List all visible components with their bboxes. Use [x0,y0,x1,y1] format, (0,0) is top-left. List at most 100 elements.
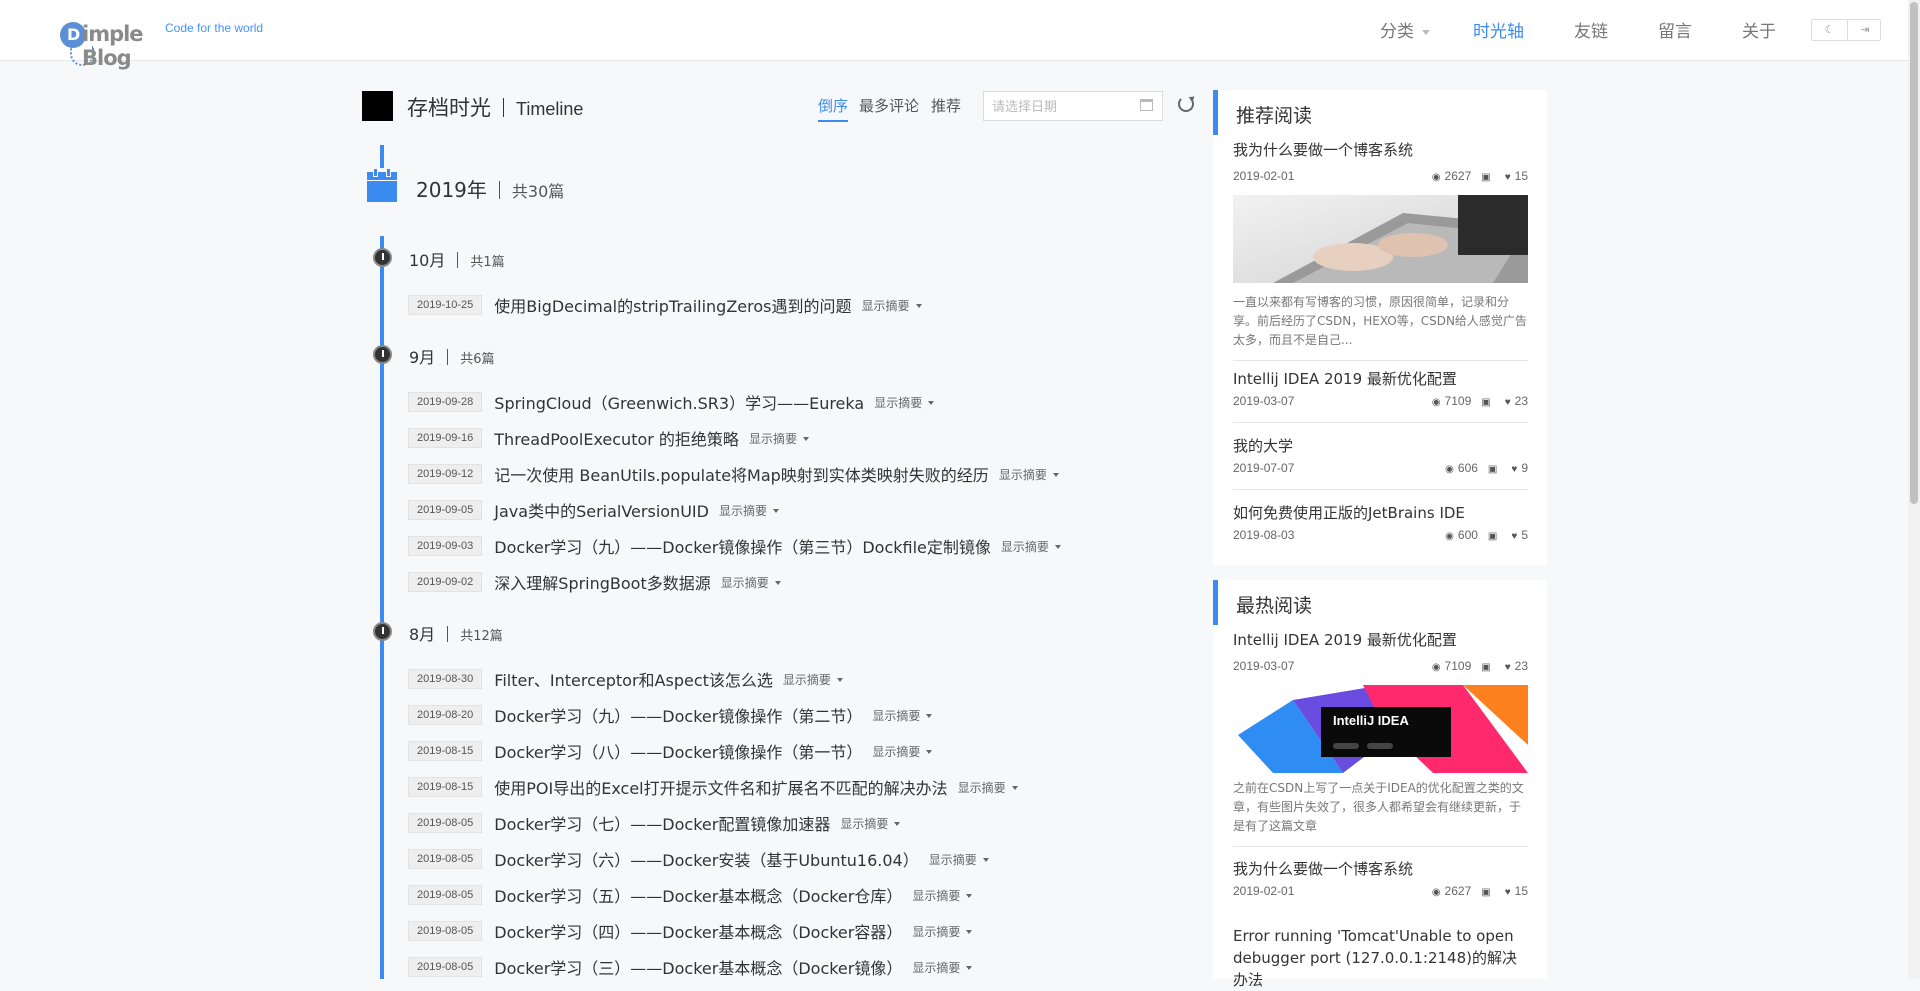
year-heading: 2019年 共30篇 [416,178,565,202]
top-header: D imple Blog Code for the world 分类 时光轴 友… [0,0,1908,70]
show-summary-toggle[interactable]: 显示摘要 [929,851,989,868]
post-title-link[interactable]: Docker学习（五）——Docker基本概念（Docker仓库） [494,883,902,907]
calendar-year-icon [367,168,397,202]
date-picker-input[interactable] [983,91,1163,121]
timeline-post[interactable]: 2019-08-05 Docker学习（六）——Docker安装（基于Ubuntu… [408,847,989,871]
post-title-link[interactable]: SpringCloud（Greenwich.SR3）学习——Eureka [494,390,864,414]
show-summary-toggle[interactable]: 显示摘要 [719,502,779,519]
post-title-link[interactable]: Docker学习（六）——Docker安装（基于Ubuntu16.04） [494,847,918,871]
show-summary-toggle[interactable]: 显示摘要 [958,779,1018,796]
timeline-post[interactable]: 2019-08-15 使用POI导出的Excel打开提示文件名和扩展名不匹配的解决… [408,775,1018,799]
article-title-link[interactable]: 我为什么要做一个博客系统 [1233,139,1528,161]
timeline-post[interactable]: 2019-09-12 记一次使用 BeanUtils.populate将Map映射… [408,462,1059,486]
show-summary-toggle[interactable]: 显示摘要 [872,707,933,724]
post-title-link[interactable]: Docker学习（八）——Docker镜像操作（第一节） [494,739,862,763]
timeline-post[interactable]: 2019-08-05 Docker学习（三）——Docker基本概念（Docker… [408,955,973,979]
comment-icon: ▣ [1481,397,1491,408]
show-summary-toggle[interactable]: 显示摘要 [874,394,935,411]
show-summary-toggle[interactable]: 显示摘要 [912,959,973,976]
theme-toggle[interactable]: ☾ ⇥ [1811,19,1881,41]
article-title-link[interactable]: Intellij IDEA 2019 最新优化配置 [1233,629,1528,651]
nav-messages[interactable]: 留言 [1658,17,1692,42]
article-title-link[interactable]: Error running 'Tomcat'Unable to open deb… [1233,925,1528,991]
article-title-link[interactable]: 如何免费使用正版的JetBrains IDE [1233,502,1528,524]
article-meta: 2019-08-03 ◉ 600 ▣ ♥ 5 [1233,528,1528,542]
show-summary-toggle[interactable]: 显示摘要 [721,574,781,591]
show-summary-toggle[interactable]: 显示摘要 [912,887,973,904]
post-title-link[interactable]: 记一次使用 BeanUtils.populate将Map映射到实体类映射失败的经… [494,462,989,486]
timeline-post[interactable]: 2019-08-05 Docker学习（五）——Docker基本概念（Docker… [408,883,973,907]
sort-recommended-tab[interactable]: 推荐 [931,95,961,116]
show-summary-toggle[interactable]: 显示摘要 [840,815,901,832]
timeline-post[interactable]: 2019-08-05 Docker学习（七）——Docker配置镜像加速器 显示摘要 [408,811,901,835]
scrollbar-thumb[interactable] [1910,2,1918,504]
post-title-link[interactable]: Filter、Interceptor和Aspect该怎么选 [494,667,773,691]
sidebar-article[interactable]: Intellij IDEA 2019 最新优化配置 2019-03-07 ◉ 71… [1233,629,1528,847]
caret-down-icon [836,678,843,682]
post-title-link[interactable]: 使用BigDecimal的stripTrailingZeros遇到的问题 [494,293,851,317]
post-title-link[interactable]: ThreadPoolExecutor 的拒绝策略 [494,426,739,450]
sidebar-article[interactable]: 如何免费使用正版的JetBrains IDE 2019-08-03 ◉ 600 ▣ ♥… [1233,502,1528,546]
show-summary-toggle[interactable]: 显示摘要 [749,430,809,447]
timeline-post[interactable]: 2019-09-05 Java类中的SerialVersionUID 显示摘要 [408,498,779,522]
nav-category[interactable]: 分类 [1380,17,1430,42]
show-summary-toggle[interactable]: 显示摘要 [912,923,973,940]
sort-desc-tab[interactable]: 倒序 [818,95,849,122]
timeline-post[interactable]: 2019-09-02 深入理解SpringBoot多数据源 显示摘要 [408,570,781,594]
timeline-post[interactable]: 2019-08-15 Docker学习（八）——Docker镜像操作（第一节） 显示… [408,739,933,763]
caret-down-icon [926,714,933,718]
page-scrollbar[interactable] [1908,0,1920,979]
post-date: 2019-08-15 [408,777,483,797]
nav-timeline[interactable]: 时光轴 [1473,17,1524,42]
timeline-post[interactable]: 2019-08-05 Docker学习（四）——Docker基本概念（Docker… [408,919,973,943]
show-summary-toggle[interactable]: 显示摘要 [999,466,1059,483]
sidebar-article[interactable]: 我的大学 2019-07-07 ◉ 606 ▣ ♥ 9 [1233,435,1528,490]
post-title-link[interactable]: Docker学习（三）——Docker基本概念（Docker镜像） [494,955,902,979]
article-title-link[interactable]: 我为什么要做一个博客系统 [1233,858,1528,880]
post-title-link[interactable]: Docker学习（四）——Docker基本概念（Docker容器） [494,919,902,943]
timeline-post[interactable]: 2019-09-16 ThreadPoolExecutor 的拒绝策略 显示摘要 [408,426,809,450]
show-summary-toggle[interactable]: 显示摘要 [783,671,843,688]
comment-icon: ▣ [1481,172,1491,183]
post-title-link[interactable]: 深入理解SpringBoot多数据源 [494,570,710,594]
post-title-link[interactable]: 使用POI导出的Excel打开提示文件名和扩展名不匹配的解决办法 [494,775,947,799]
article-thumbnail-laptop[interactable] [1233,195,1528,283]
refresh-icon[interactable] [1178,96,1194,112]
show-summary-toggle[interactable]: 显示摘要 [1001,538,1061,555]
moon-icon[interactable]: ☾ [1812,20,1847,40]
show-summary-toggle[interactable]: 显示摘要 [862,297,922,314]
comment-icon: ▣ [1487,531,1498,542]
login-icon[interactable]: ⇥ [1847,20,1882,40]
nav-about[interactable]: 关于 [1742,17,1776,42]
post-title-link[interactable]: Java类中的SerialVersionUID [494,498,709,522]
sort-most-comments-tab[interactable]: 最多评论 [859,95,919,116]
timeline-post[interactable]: 2019-10-25 使用BigDecimal的stripTrailingZero… [408,293,922,317]
eye-icon: ◉ [1445,531,1454,542]
timeline-post[interactable]: 2019-09-03 Docker学习（九）——Docker镜像操作（第三节）Do… [408,534,1061,558]
post-title-link[interactable]: Docker学习（九）——Docker镜像操作（第三节）Dockfile定制镜像 [494,534,991,558]
caret-down-icon [1011,786,1018,790]
sidebar-article[interactable]: Intellij IDEA 2019 最新优化配置 2019-03-07 ◉ 71… [1233,368,1528,423]
site-logo[interactable]: D imple Blog [30,10,160,70]
post-date: 2019-10-25 [408,295,483,315]
calendar-icon[interactable] [1140,99,1153,111]
timeline-post[interactable]: 2019-08-20 Docker学习（九）——Docker镜像操作（第二节） 显示… [408,703,933,727]
timeline-post[interactable]: 2019-09-28 SpringCloud（Greenwich.SR3）学习——… [408,390,935,414]
article-meta: 2019-03-07 ◉ 7109 ▣ ♥ 23 [1233,659,1528,673]
post-title-link[interactable]: Docker学习（七）——Docker配置镜像加速器 [494,811,830,835]
show-summary-toggle[interactable]: 显示摘要 [872,743,933,760]
article-title-link[interactable]: 我的大学 [1233,435,1528,457]
heart-icon: ♥ [1511,531,1518,542]
post-title-link[interactable]: Docker学习（九）——Docker镜像操作（第二节） [494,703,862,727]
heart-icon: ♥ [1511,464,1518,475]
sidebar-article[interactable]: Error running 'Tomcat'Unable to open deb… [1233,925,1528,991]
timeline-post[interactable]: 2019-08-30 Filter、Interceptor和Aspect该怎么选显… [408,667,843,691]
sidebar-article[interactable]: 我为什么要做一个博客系统 2019-02-01 ◉ 2627 ▣ ♥ 15 [1233,858,1528,902]
post-date: 2019-09-03 [408,536,483,556]
nav-links[interactable]: 友链 [1574,17,1608,42]
post-date: 2019-09-02 [408,572,483,592]
article-thumbnail-intellij[interactable]: IntelliJ IDEA [1233,685,1528,773]
month-heading: 10月 共1篇 [409,251,505,270]
sidebar-article[interactable]: 我为什么要做一个博客系统 2019-02-01 ◉ 2627 ▣ ♥ 15 一直以来都有… [1233,139,1528,361]
article-title-link[interactable]: Intellij IDEA 2019 最新优化配置 [1233,368,1528,390]
